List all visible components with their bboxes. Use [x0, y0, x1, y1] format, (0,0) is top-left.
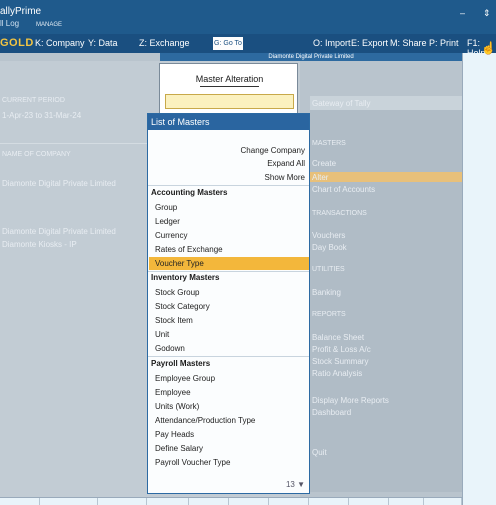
bottom-button[interactable]: [389, 498, 424, 505]
bottom-button[interactable]: [40, 498, 98, 505]
bottom-button[interactable]: [229, 498, 269, 505]
menu-export[interactable]: E: Export: [351, 38, 388, 48]
company-name: Diamonte Digital Private Limited: [2, 179, 116, 188]
menu-print[interactable]: P: Print: [429, 38, 459, 48]
title-bar: allyPrime ll Log MANAGE – ⇕: [0, 0, 496, 34]
list-item-voucher-type[interactable]: Voucher Type: [149, 257, 309, 270]
name-of-company-label: NAME OF COMPANY: [2, 151, 71, 158]
edition-label: GOLD: [0, 37, 34, 49]
master-name-input[interactable]: [165, 94, 294, 109]
company-sub: Diamonte Kiosks - IP: [2, 240, 77, 249]
list-item-stock-category[interactable]: Stock Category: [155, 300, 309, 313]
gateway-title: Gateway of Tally: [312, 99, 371, 108]
app-brand: allyPrime: [0, 6, 42, 17]
menu-bar: GOLD K: Company Y: Data Z: Exchange G: G…: [0, 34, 496, 53]
bottom-button[interactable]: [147, 498, 189, 505]
list-item-rates-of-exchange[interactable]: Rates of Exchange: [155, 243, 309, 256]
gateway-alter-highlight: [310, 172, 462, 182]
gateway-vouchers[interactable]: Vouchers: [312, 231, 345, 240]
list-item-employee[interactable]: Employee: [155, 386, 309, 399]
list-item-employee-group[interactable]: Employee Group: [155, 372, 309, 385]
list-item-payroll-voucher-type[interactable]: Payroll Voucher Type: [155, 456, 309, 469]
list-item-godown[interactable]: Godown: [155, 342, 309, 355]
current-period: 1-Apr-23 to 31-Mar-24: [2, 111, 82, 120]
menu-import[interactable]: O: Import: [313, 38, 351, 48]
section-divider: [148, 271, 309, 272]
list-item-define-salary[interactable]: Define Salary: [155, 442, 309, 455]
reports-label: REPORTS: [312, 311, 346, 318]
change-company-option[interactable]: Change Company: [241, 146, 305, 155]
menu-exchange[interactable]: Z: Exchange: [139, 38, 190, 48]
gateway-create[interactable]: Create: [312, 159, 336, 168]
list-item-group[interactable]: Group: [155, 201, 309, 214]
list-item-currency[interactable]: Currency: [155, 229, 309, 242]
master-alteration-dialog: Master Alteration: [159, 63, 298, 115]
inventory-masters-heading: Inventory Masters: [151, 273, 220, 282]
gateway-daybook[interactable]: Day Book: [312, 243, 347, 252]
list-item-stock-group[interactable]: Stock Group: [155, 286, 309, 299]
app-brand-sub: ll Log: [0, 19, 20, 28]
current-period-label: CURRENT PERIOD: [2, 97, 65, 104]
gateway-alter[interactable]: Alter: [312, 173, 328, 182]
restore-button[interactable]: ⇕: [483, 8, 491, 19]
section-divider: [148, 356, 309, 357]
list-item-ledger[interactable]: Ledger: [155, 215, 309, 228]
list-item-pay-heads[interactable]: Pay Heads: [155, 428, 309, 441]
bottom-button[interactable]: [349, 498, 389, 505]
show-more-option[interactable]: Show More: [265, 173, 305, 182]
bottom-button[interactable]: [189, 498, 229, 505]
menu-data[interactable]: Y: Data: [88, 38, 118, 48]
gateway-banking[interactable]: Banking: [312, 288, 341, 297]
gateway-chart[interactable]: Chart of Accounts: [312, 185, 375, 194]
gateway-display-more[interactable]: Display More Reports: [312, 396, 389, 405]
gateway-quit[interactable]: Quit: [312, 448, 327, 457]
list-item-units-work[interactable]: Units (Work): [155, 400, 309, 413]
gateway-ratio[interactable]: Ratio Analysis: [312, 369, 362, 378]
accounting-masters-heading: Accounting Masters: [151, 188, 228, 197]
dialog-title: Master Alteration: [195, 74, 264, 84]
manage-label: MANAGE: [36, 22, 63, 28]
bottom-button-bar: [0, 497, 462, 505]
minimize-button[interactable]: –: [460, 8, 465, 18]
gateway-balance-sheet[interactable]: Balance Sheet: [312, 333, 364, 342]
list-of-masters: List of Masters Change Company Expand Al…: [147, 113, 310, 494]
goto-button[interactable]: G: Go To: [213, 37, 243, 50]
section-divider: [148, 185, 309, 186]
utilities-label: UTILITIES: [312, 266, 345, 273]
gateway-dashboard[interactable]: Dashboard: [312, 408, 351, 417]
mouse-cursor-icon: ☝: [481, 41, 496, 55]
more-items-indicator[interactable]: 13 ▼: [286, 480, 305, 489]
payroll-masters-heading: Payroll Masters: [151, 359, 211, 368]
gateway-pl[interactable]: Profit & Loss A/c: [312, 345, 371, 354]
bottom-button[interactable]: [269, 498, 309, 505]
bottom-button[interactable]: [0, 498, 40, 505]
list-item-unit[interactable]: Unit: [155, 328, 309, 341]
company-name-2: Diamonte Digital Private Limited: [2, 227, 116, 236]
gateway-stock-summary[interactable]: Stock Summary: [312, 357, 368, 366]
bottom-button[interactable]: [309, 498, 349, 505]
list-item-attendance-type[interactable]: Attendance/Production Type: [155, 414, 309, 427]
list-item-stock-item[interactable]: Stock Item: [155, 314, 309, 327]
masters-label: MASTERS: [312, 140, 346, 147]
transactions-label: TRANSACTIONS: [312, 210, 367, 217]
list-title: List of Masters: [148, 114, 309, 130]
bottom-button[interactable]: [98, 498, 147, 505]
company-strip: Diamonte Digital Private Limited: [160, 53, 462, 61]
bottom-button[interactable]: [424, 498, 462, 505]
right-button-bar: [462, 53, 496, 505]
gateway-panel: Gateway of Tally MASTERS Create Alter Ch…: [310, 96, 462, 492]
menu-company[interactable]: K: Company: [35, 38, 85, 48]
dialog-title-underline: [200, 86, 259, 87]
expand-all-option[interactable]: Expand All: [267, 159, 305, 168]
menu-share[interactable]: M: Share: [390, 38, 427, 48]
